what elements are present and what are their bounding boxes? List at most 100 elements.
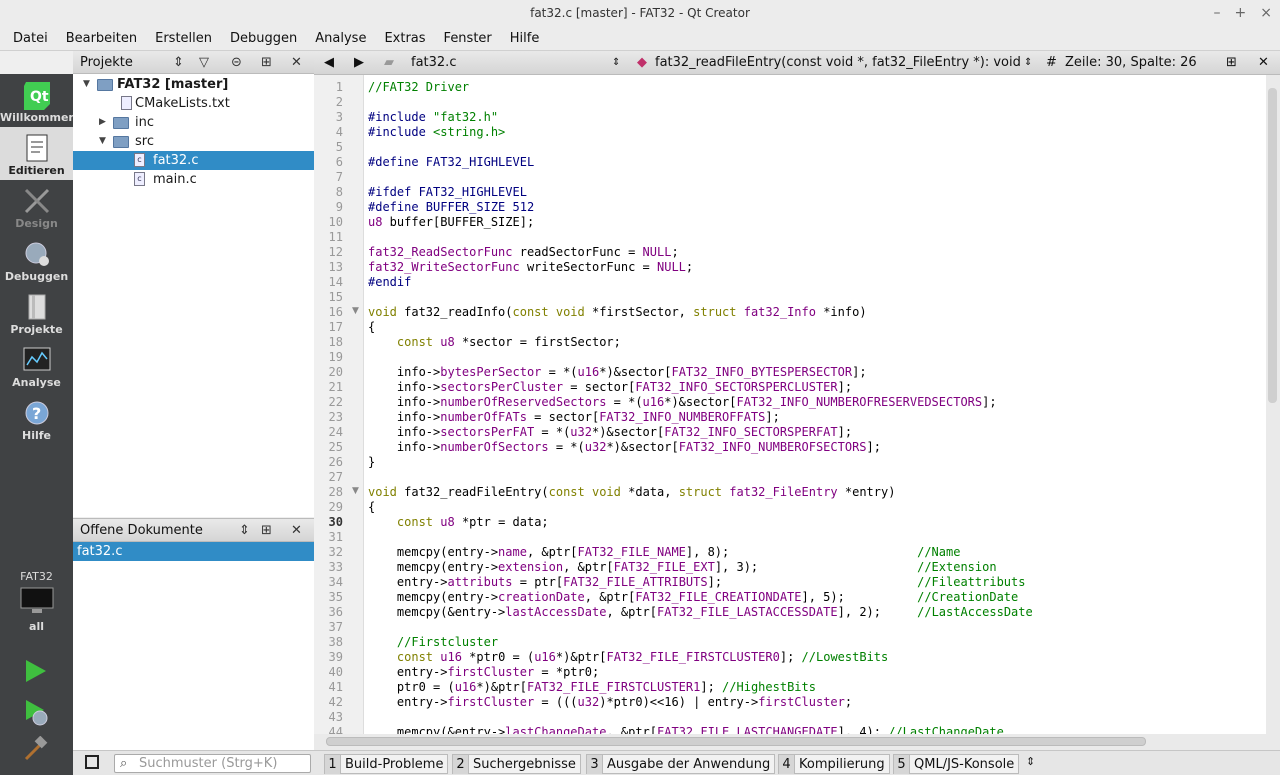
- split-icon[interactable]: ⊞: [261, 51, 272, 74]
- code-line[interactable]: }: [364, 455, 1266, 470]
- projects-pane-title[interactable]: Projekte: [80, 55, 133, 70]
- code-line[interactable]: #define FAT32_HIGHLEVEL: [364, 155, 1266, 170]
- code-line[interactable]: info->numberOfReservedSectors = *(u16*)&…: [364, 395, 1266, 410]
- code-line[interactable]: [364, 170, 1266, 185]
- current-file-selector[interactable]: fat32.c: [411, 51, 456, 75]
- menu-debuggen[interactable]: Debuggen: [221, 27, 306, 50]
- code-line[interactable]: info->bytesPerSector = *(u16*)&sector[FA…: [364, 365, 1266, 380]
- split-icon[interactable]: ⊞: [1226, 51, 1237, 75]
- code-line[interactable]: [364, 140, 1266, 155]
- close-pane-icon[interactable]: ✕: [291, 519, 302, 542]
- code-line[interactable]: {: [364, 500, 1266, 515]
- forward-arrow-icon[interactable]: ▶: [354, 51, 364, 75]
- code-line[interactable]: {: [364, 320, 1266, 335]
- code-line[interactable]: const u8 *sector = firstSector;: [364, 335, 1266, 350]
- code-line[interactable]: const u16 *ptr0 = (u16*)&ptr[FAT32_FILE_…: [364, 650, 1266, 665]
- close-pane-icon[interactable]: ✕: [291, 51, 302, 74]
- menu-datei[interactable]: Datei: [0, 27, 57, 50]
- menu-extras[interactable]: Extras: [375, 27, 434, 50]
- code-line[interactable]: memcpy(&entry->lastChangeDate, &ptr[FAT3…: [364, 725, 1266, 734]
- link-icon[interactable]: ⊝: [231, 51, 242, 74]
- code-line[interactable]: info->sectorsPerCluster = sector[FAT32_I…: [364, 380, 1266, 395]
- maximize-button[interactable]: +: [1235, 0, 1247, 27]
- menu-erstellen[interactable]: Erstellen: [146, 27, 221, 50]
- tab-search-results[interactable]: 2 Suchergebnisse: [452, 754, 581, 774]
- tree-item-src[interactable]: ▼ src: [73, 132, 314, 151]
- code-line[interactable]: #define BUFFER_SIZE 512: [364, 200, 1266, 215]
- tree-item-mainc[interactable]: c main.c: [73, 170, 314, 189]
- mode-help[interactable]: ? Hilfe: [0, 392, 73, 445]
- code-line[interactable]: void fat32_readFileEntry(const void *dat…: [364, 485, 1266, 500]
- locator-input[interactable]: ⌕ Suchmuster (Strg+K): [114, 754, 311, 773]
- code-line[interactable]: [364, 350, 1266, 365]
- menu-hilfe[interactable]: Hilfe: [501, 27, 549, 50]
- code-line[interactable]: [364, 620, 1266, 635]
- debug-run-button[interactable]: [22, 698, 50, 726]
- kit-selector[interactable]: FAT32 all: [0, 570, 73, 633]
- code-line[interactable]: u8 buffer[BUFFER_SIZE];: [364, 215, 1266, 230]
- mode-analyze[interactable]: Analyse: [0, 339, 73, 392]
- code-line[interactable]: info->numberOfFATs = sector[FAT32_INFO_N…: [364, 410, 1266, 425]
- tree-item-inc[interactable]: ▶ inc: [73, 113, 314, 132]
- tab-qml-console[interactable]: 5 QML/JS-Konsole: [893, 754, 1020, 774]
- filter-icon[interactable]: ▽: [199, 51, 209, 74]
- more-tabs-icon[interactable]: ⇕: [1026, 755, 1035, 768]
- tree-item-fat32c[interactable]: c fat32.c: [73, 151, 314, 170]
- code-line[interactable]: [364, 530, 1266, 545]
- expand-down-icon[interactable]: ▼: [99, 132, 106, 151]
- code-line[interactable]: [364, 230, 1266, 245]
- code-line[interactable]: info->sectorsPerFAT = *(u32*)&sector[FAT…: [364, 425, 1266, 440]
- code-line[interactable]: entry->firstCluster = (((u32)*ptr0)<<16)…: [364, 695, 1266, 710]
- updown-icon[interactable]: ⇕: [173, 51, 184, 74]
- code-line[interactable]: memcpy(&entry->lastAccessDate, &ptr[FAT3…: [364, 605, 1266, 620]
- cursor-position[interactable]: Zeile: 30, Spalte: 26: [1065, 51, 1197, 75]
- code-line[interactable]: #include <string.h>: [364, 125, 1266, 140]
- code-line[interactable]: [364, 95, 1266, 110]
- close-window-button[interactable]: ×: [1260, 0, 1272, 27]
- code-line[interactable]: info->numberOfSectors = *(u32*)&sector[F…: [364, 440, 1266, 455]
- code-line[interactable]: #endif: [364, 275, 1266, 290]
- back-arrow-icon[interactable]: ◀: [324, 51, 334, 75]
- code-line[interactable]: [364, 710, 1266, 725]
- fold-marker-icon[interactable]: ▼: [352, 306, 359, 316]
- minimize-button[interactable]: –: [1214, 0, 1221, 27]
- code-editor[interactable]: //FAT32 Driver #include "fat32.h" #includ…: [364, 75, 1266, 734]
- code-line[interactable]: memcpy(entry->creationDate, &ptr[FAT32_F…: [364, 590, 1266, 605]
- close-editor-icon[interactable]: ✕: [1258, 51, 1269, 75]
- updown-icon[interactable]: ⇕: [239, 519, 250, 542]
- menu-bearbeiten[interactable]: Bearbeiten: [57, 27, 146, 50]
- code-line[interactable]: #include "fat32.h": [364, 110, 1266, 125]
- split-icon[interactable]: ⊞: [261, 519, 272, 542]
- code-line[interactable]: memcpy(entry->name, &ptr[FAT32_FILE_NAME…: [364, 545, 1266, 560]
- code-line[interactable]: memcpy(entry->extension, &ptr[FAT32_FILE…: [364, 560, 1266, 575]
- expand-down-icon[interactable]: ▼: [83, 75, 90, 94]
- code-line[interactable]: //Firstcluster: [364, 635, 1266, 650]
- code-line[interactable]: ptr0 = (u16*)&ptr[FAT32_FILE_FIRSTCLUSTE…: [364, 680, 1266, 695]
- mode-welcome[interactable]: Qt Willkommen: [0, 74, 76, 127]
- build-hammer-button[interactable]: [22, 736, 48, 762]
- tab-application-output[interactable]: 3 Ausgabe der Anwendung: [586, 754, 776, 774]
- tab-build-problems[interactable]: 1 Build-Probleme: [324, 754, 449, 774]
- expand-right-icon[interactable]: ▶: [99, 113, 106, 132]
- code-line[interactable]: //FAT32 Driver: [364, 80, 1266, 95]
- open-documents-title[interactable]: Offene Dokumente: [80, 523, 203, 538]
- toggle-sidebar-icon[interactable]: [85, 755, 99, 769]
- horizontal-scroll-thumb[interactable]: [326, 737, 1146, 746]
- code-line[interactable]: #ifdef FAT32_HIGHLEVEL: [364, 185, 1266, 200]
- mode-debug[interactable]: Debuggen: [0, 233, 73, 286]
- menu-analyse[interactable]: Analyse: [306, 27, 375, 50]
- tree-item-cmakelists[interactable]: CMakeLists.txt: [73, 94, 314, 113]
- vertical-scroll-thumb[interactable]: [1268, 88, 1277, 403]
- code-line[interactable]: [364, 290, 1266, 305]
- fold-marker-icon[interactable]: ▼: [352, 486, 359, 496]
- mode-projects[interactable]: Projekte: [0, 286, 73, 339]
- code-line[interactable]: [364, 470, 1266, 485]
- menu-fenster[interactable]: Fenster: [435, 27, 501, 50]
- mode-design[interactable]: Design: [0, 180, 73, 233]
- open-document-item[interactable]: fat32.c: [73, 542, 314, 561]
- tree-item-root[interactable]: ▼ FAT32 [master]: [73, 75, 314, 94]
- symbol-selector[interactable]: fat32_readFileEntry(const void *, fat32_…: [655, 51, 1021, 75]
- mode-edit[interactable]: Editieren: [0, 127, 73, 180]
- code-line[interactable]: const u8 *ptr = data;: [364, 515, 1266, 530]
- code-line[interactable]: entry->firstCluster = *ptr0;: [364, 665, 1266, 680]
